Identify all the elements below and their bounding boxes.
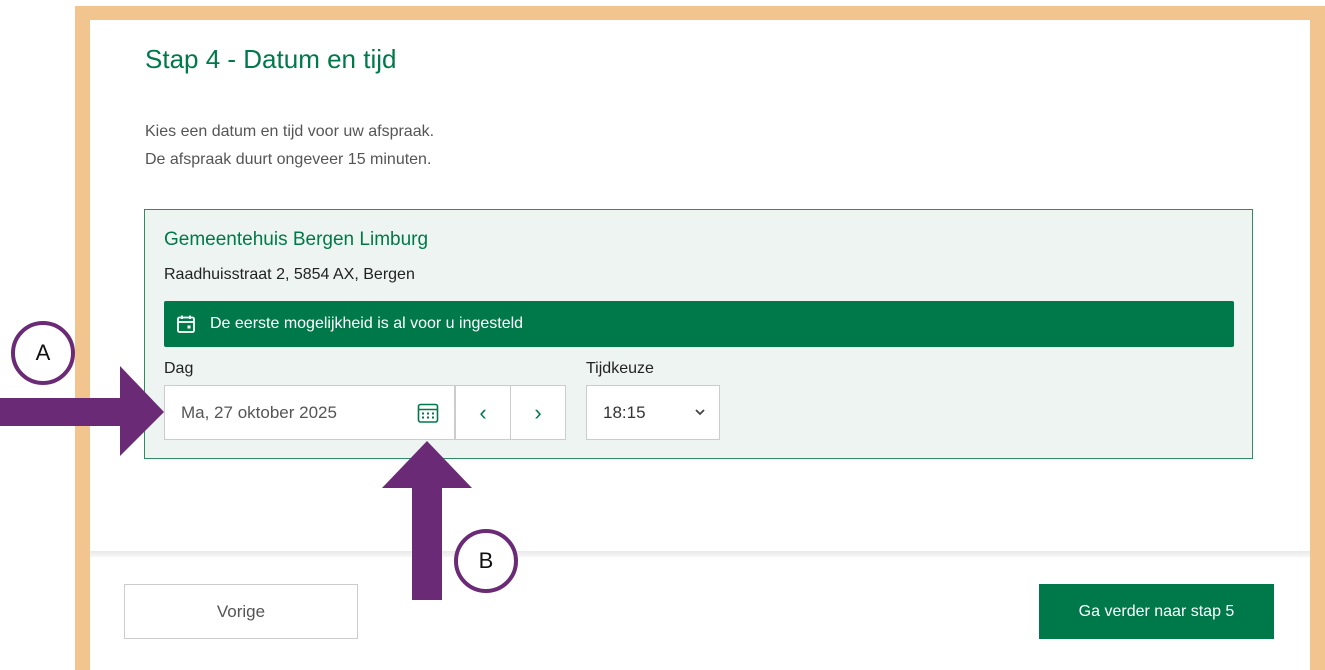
annotation-marker-a: A xyxy=(11,321,75,385)
annotation-marker-b: B xyxy=(454,529,518,593)
annotation-arrows xyxy=(0,366,472,600)
